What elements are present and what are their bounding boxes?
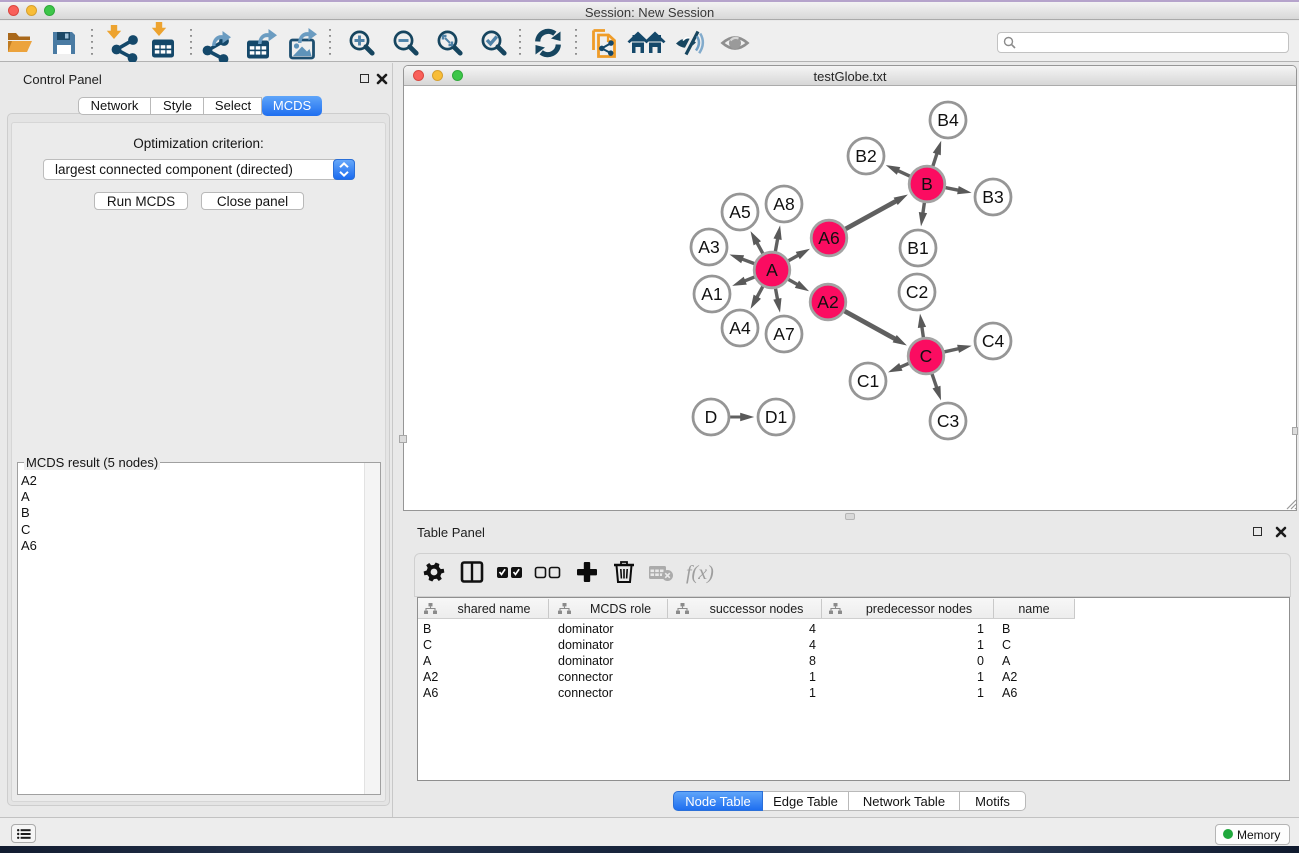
svg-text:B: B xyxy=(921,174,933,194)
svg-text:A6: A6 xyxy=(818,228,839,248)
svg-text:D: D xyxy=(705,407,718,427)
svg-text:A7: A7 xyxy=(773,324,794,344)
svg-text:B1: B1 xyxy=(907,238,928,258)
svg-text:B3: B3 xyxy=(982,187,1003,207)
svg-text:A1: A1 xyxy=(701,284,722,304)
svg-text:D1: D1 xyxy=(765,407,787,427)
svg-text:C: C xyxy=(920,346,933,366)
svg-text:f(x): f(x) xyxy=(686,562,714,584)
svg-text:C2: C2 xyxy=(906,282,928,302)
svg-text:C3: C3 xyxy=(937,411,959,431)
svg-text:A4: A4 xyxy=(729,318,751,338)
svg-text:A8: A8 xyxy=(773,194,794,214)
svg-text:A2: A2 xyxy=(817,292,838,312)
svg-text:A5: A5 xyxy=(729,202,750,222)
svg-text:C4: C4 xyxy=(982,331,1005,351)
svg-text:A3: A3 xyxy=(698,237,719,257)
svg-text:B4: B4 xyxy=(937,110,959,130)
svg-text:C1: C1 xyxy=(857,371,879,391)
svg-text:B2: B2 xyxy=(855,146,876,166)
svg-text:A: A xyxy=(766,260,778,280)
